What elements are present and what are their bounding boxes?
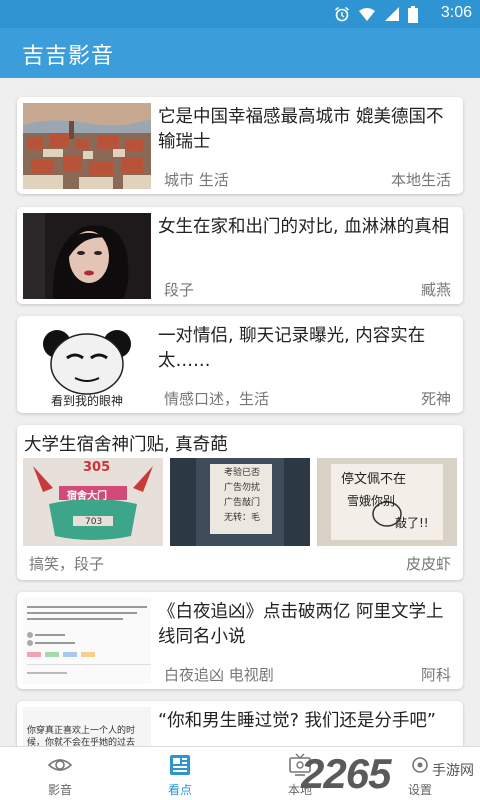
dorm-door-image: 305 宿舍大门 703: [23, 458, 163, 546]
note-line-1: 停文佩不在: [341, 472, 407, 487]
notice-line: 广告敲门: [223, 498, 260, 508]
news-card[interactable]: 女生在家和出门的对比, 血淋淋的真相 段子 臧燕: [17, 207, 463, 304]
news-headline[interactable]: 它是中国幸福感最高城市 媲美德国不输瑞士: [158, 105, 454, 155]
news-headline[interactable]: 大学生宿舍神门贴, 真奇葩: [24, 431, 228, 456]
thumb-caption: 看到我的眼神: [50, 394, 123, 408]
notice-line: 考验已否: [223, 468, 260, 478]
site-watermark: 2265 手游网: [301, 750, 476, 798]
news-headline[interactable]: 《白夜追凶》点击破两亿 阿里文学上线同名小说: [158, 600, 454, 650]
wifi-icon: [359, 8, 375, 21]
app-title: 吉吉影音: [22, 44, 115, 69]
note-line-2: 雪娥你别: [347, 494, 396, 508]
news-tags: 城市 生活: [164, 171, 229, 189]
tab-label: 看点: [167, 783, 192, 797]
note-line-3: 敲了!!: [395, 516, 429, 530]
news-card[interactable]: 看到我的眼神 一对情侣, 聊天记录曝光, 内容实在太…… 情感口述，生活 死神: [17, 316, 463, 413]
news-tags: 搞笑，段子: [29, 555, 105, 573]
watermark-number: 2265: [301, 750, 391, 797]
news-tags: 段子: [164, 281, 195, 299]
news-card[interactable]: 大学生宿舍神门贴, 真奇葩 305 宿舍大门 703 考验已否 广告勿扰 广告敲…: [17, 425, 463, 580]
thumb-quote-text: 你穿真正喜欢上一个人的时候，你就不会在乎她的过去: [27, 726, 136, 746]
news-source: 阿科: [420, 666, 451, 684]
status-time: 3:06: [440, 4, 472, 21]
notice-line: 无转：毛: [223, 513, 260, 523]
battery-icon: [408, 5, 418, 23]
notice-text: 考验已否 广告勿扰 广告敲门 无转：毛: [214, 466, 270, 526]
ad-notice-door-image: 考验已否 广告勿扰 广告敲门 无转：毛: [170, 458, 310, 546]
watermark-text: 手游网: [432, 763, 474, 779]
status-bar: 3:06: [0, 0, 480, 28]
signal-icon: [385, 7, 399, 21]
news-source: 本地生活: [390, 171, 451, 189]
door-number-top: 305: [83, 460, 111, 475]
news-source: 皮皮虾: [405, 555, 451, 573]
tab-yingyin[interactable]: 影音: [0, 747, 120, 800]
article-screenshot-thumbnail: [23, 598, 151, 684]
news-headline[interactable]: “你和男生睡过觉? 我们还是分手吧”: [158, 709, 454, 734]
door-number-low: 703: [85, 517, 103, 527]
news-card[interactable]: 它是中国幸福感最高城市 媲美德国不输瑞士 城市 生活 本地生活: [17, 97, 463, 194]
news-card[interactable]: 你穿真正喜欢上一个人的时候，你就不会在乎她的过去 “你和男生睡过觉? 我们还是分…: [17, 701, 463, 746]
status-icons: [334, 5, 418, 23]
news-feed[interactable]: 它是中国幸福感最高城市 媲美德国不输瑞士 城市 生活 本地生活 女生在家和出门的…: [0, 78, 480, 746]
eye-icon: [47, 759, 73, 771]
news-headline[interactable]: 女生在家和出门的对比, 血淋淋的真相: [158, 215, 454, 240]
news-card[interactable]: 《白夜追凶》点击破两亿 阿里文学上线同名小说 白夜追凶 电视剧 阿科: [17, 592, 463, 689]
door-sign-text: 宿舍大门: [67, 491, 107, 502]
news-headline[interactable]: 一对情侣, 聊天记录曝光, 内容实在太……: [158, 324, 454, 374]
app-bar: 吉吉影音: [0, 28, 480, 78]
news-tags: 情感口述，生活: [164, 390, 270, 408]
tab-kandian[interactable]: 看点: [120, 747, 240, 800]
news-source: 死神: [420, 390, 451, 408]
tab-label: 影音: [47, 783, 72, 797]
city-thumbnail: [23, 103, 151, 189]
news-source: 臧燕: [420, 281, 451, 299]
notice-line: 广告勿扰: [223, 483, 260, 493]
panda-meme-thumbnail: 看到我的眼神: [23, 322, 151, 408]
funny-note-image: 停文佩不在 雪娥你别 敲了!!: [317, 458, 457, 546]
alarm-icon: [335, 6, 349, 22]
woman-thumbnail: [23, 213, 151, 299]
text-quote-thumbnail: 你穿真正喜欢上一个人的时候，你就不会在乎她的过去: [23, 707, 151, 746]
newspaper-icon: [170, 755, 190, 775]
news-tags: 白夜追凶 电视剧: [164, 666, 274, 684]
